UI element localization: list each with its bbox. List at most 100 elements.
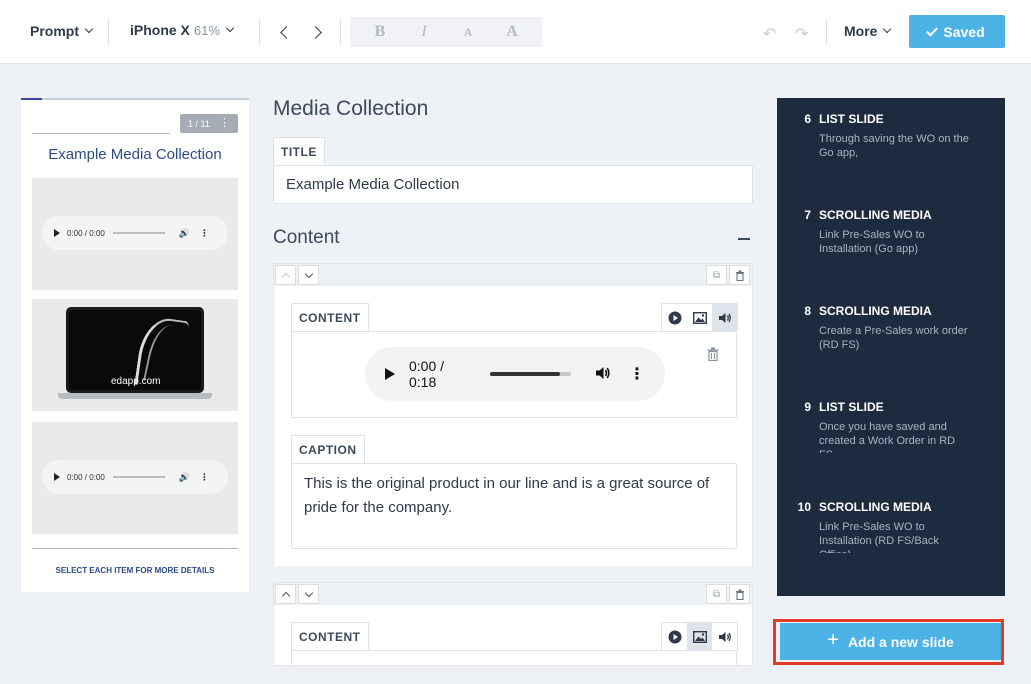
brand-logo-text: edapp.com (111, 376, 161, 387)
slide-item[interactable]: 7 SCROLLING MEDIA Link Pre-Sales WO to I… (777, 206, 1005, 266)
slide-type: SCROLLING MEDIA (819, 500, 932, 514)
volume-icon[interactable]: 🔊 (179, 228, 190, 239)
volume-icon[interactable]: 🔊 (179, 472, 190, 483)
more-dropdown[interactable]: More (844, 23, 892, 39)
content-label: CONTENT (291, 303, 369, 331)
slide-number: 9 (804, 400, 811, 414)
text-small-button[interactable]: A (456, 25, 480, 40)
audio-player[interactable]: 0:00 / 0:18 ⋮ (365, 347, 665, 401)
prompt-dropdown[interactable]: Prompt (30, 23, 94, 39)
more-vertical-icon[interactable]: ⋮ (200, 472, 209, 483)
duplicate-button[interactable]: ⧉ (706, 584, 727, 604)
slide-item[interactable]: 8 SCROLLING MEDIA Create a Pre-Sales wor… (777, 302, 1005, 362)
bold-button[interactable]: B (368, 23, 392, 41)
audio-progress[interactable] (490, 372, 571, 376)
slide-number: 8 (804, 304, 811, 318)
move-up-button[interactable] (275, 265, 296, 285)
volume-icon (718, 631, 731, 642)
caption-textarea[interactable]: This is the original product in our line… (291, 463, 737, 549)
slide-type: SCROLLING MEDIA (819, 304, 932, 318)
slide-description: Through saving the WO on the Go app, (819, 133, 969, 159)
slide-item[interactable]: 9 LIST SLIDE Once you have saved and cre… (777, 398, 1005, 453)
audio-player[interactable]: 0:00 / 0:00 🔊 ⋮ (42, 216, 228, 250)
audio-type-button[interactable] (712, 304, 737, 331)
more-vertical-icon[interactable]: ⋮ (629, 364, 645, 384)
preview-audio-card[interactable]: 0:00 / 0:00 🔊 ⋮ (32, 178, 238, 290)
move-down-button[interactable] (298, 265, 319, 285)
audio-player[interactable]: 0:00 / 0:00 🔊 ⋮ (42, 460, 228, 494)
image-type-button[interactable] (687, 623, 712, 650)
chevron-down-icon (84, 24, 94, 34)
preview-audio-card[interactable]: 0:00 / 0:00 🔊 ⋮ (32, 422, 238, 534)
add-new-slide-button[interactable]: + Add a new slide (780, 623, 1001, 660)
slide-number: 7 (804, 208, 811, 222)
item-body: CONTENT (274, 605, 752, 665)
toolbar-divider (259, 18, 260, 46)
divider (32, 548, 238, 549)
text-format-group: B I A A (350, 17, 542, 47)
audio-time: 0:00 / 0:18 (409, 358, 445, 390)
audio-type-button[interactable] (712, 623, 737, 650)
preview-image-card[interactable]: edapp.com (32, 299, 238, 411)
slide-item[interactable]: 6 LIST SLIDE Through saving the WO on th… (777, 110, 1005, 170)
top-toolbar: Prompt iPhone X 61% B I A A ↶ ↷ More Sav… (0, 0, 1031, 64)
laptop-image: edapp.com (58, 307, 212, 403)
slide-number: 6 (804, 112, 811, 126)
toolbar-divider (826, 18, 827, 46)
volume-icon (718, 312, 731, 323)
audio-progress[interactable] (112, 232, 165, 234)
undo-icon[interactable]: ↶ (763, 24, 776, 44)
copy-icon: ⧉ (712, 588, 721, 600)
saved-button[interactable]: Saved (909, 15, 1005, 48)
video-type-button[interactable] (662, 623, 687, 650)
collapse-icon[interactable] (738, 238, 750, 240)
audio-time: 0:00 / 0:00 (67, 228, 105, 238)
slide-description: Link Pre-Sales WO to Installation (Go ap… (819, 229, 925, 255)
italic-button[interactable]: I (412, 23, 436, 41)
content-heading: Content (273, 227, 340, 248)
delete-item-button[interactable] (729, 265, 750, 285)
move-up-button[interactable] (275, 584, 296, 604)
audio-time: 0:00 / 0:00 (67, 472, 105, 482)
more-vertical-icon[interactable]: ⋮ (219, 117, 230, 129)
preview-progress-bar (21, 98, 42, 100)
page-indicator-badge[interactable]: 1 / 11 ⋮ (180, 114, 238, 133)
delete-item-button[interactable] (729, 584, 750, 604)
slide-item[interactable]: 10 SCROLLING MEDIA Link Pre-Sales WO to … (777, 498, 1005, 553)
editor-heading: Media Collection (273, 97, 429, 120)
chevron-up-icon (281, 272, 290, 281)
preview-footer: SELECT EACH ITEM FOR MORE DETAILS (55, 566, 215, 575)
check-icon (926, 23, 939, 37)
play-icon[interactable] (385, 368, 395, 380)
video-type-button[interactable] (662, 304, 687, 331)
play-icon[interactable] (54, 473, 60, 481)
content-label: CONTENT (291, 622, 369, 650)
move-down-button[interactable] (298, 584, 319, 604)
duplicate-button[interactable]: ⧉ (706, 265, 727, 285)
trash-icon (735, 270, 744, 281)
volume-icon[interactable] (595, 366, 611, 383)
slide-type: LIST SLIDE (819, 112, 884, 126)
play-icon[interactable] (54, 229, 60, 237)
trash-icon[interactable] (707, 347, 719, 361)
device-dropdown[interactable]: iPhone X 61% (130, 22, 235, 38)
title-input[interactable]: Example Media Collection (273, 165, 753, 204)
audio-progress[interactable] (112, 476, 165, 478)
divider (32, 133, 170, 134)
more-vertical-icon[interactable]: ⋮ (200, 228, 209, 239)
previous-slide-button[interactable] (273, 21, 295, 43)
zoom-level: 61% (193, 22, 220, 38)
chevron-right-icon (308, 25, 322, 39)
image-type-button[interactable] (687, 304, 712, 331)
content-item: ⧉ CONTENT (273, 582, 753, 666)
next-slide-button[interactable] (306, 21, 328, 43)
image-icon (692, 311, 707, 324)
plus-icon: + (827, 629, 839, 651)
trash-icon (735, 589, 744, 600)
text-large-button[interactable]: A (500, 23, 524, 41)
item-toolbar: ⧉ (274, 264, 752, 286)
image-icon (692, 630, 707, 643)
chevron-down-icon (883, 24, 892, 34)
item-body: CONTENT 0:00 / 0:18 ⋮ CAPTION This is th… (274, 286, 752, 566)
redo-icon[interactable]: ↷ (795, 24, 808, 44)
